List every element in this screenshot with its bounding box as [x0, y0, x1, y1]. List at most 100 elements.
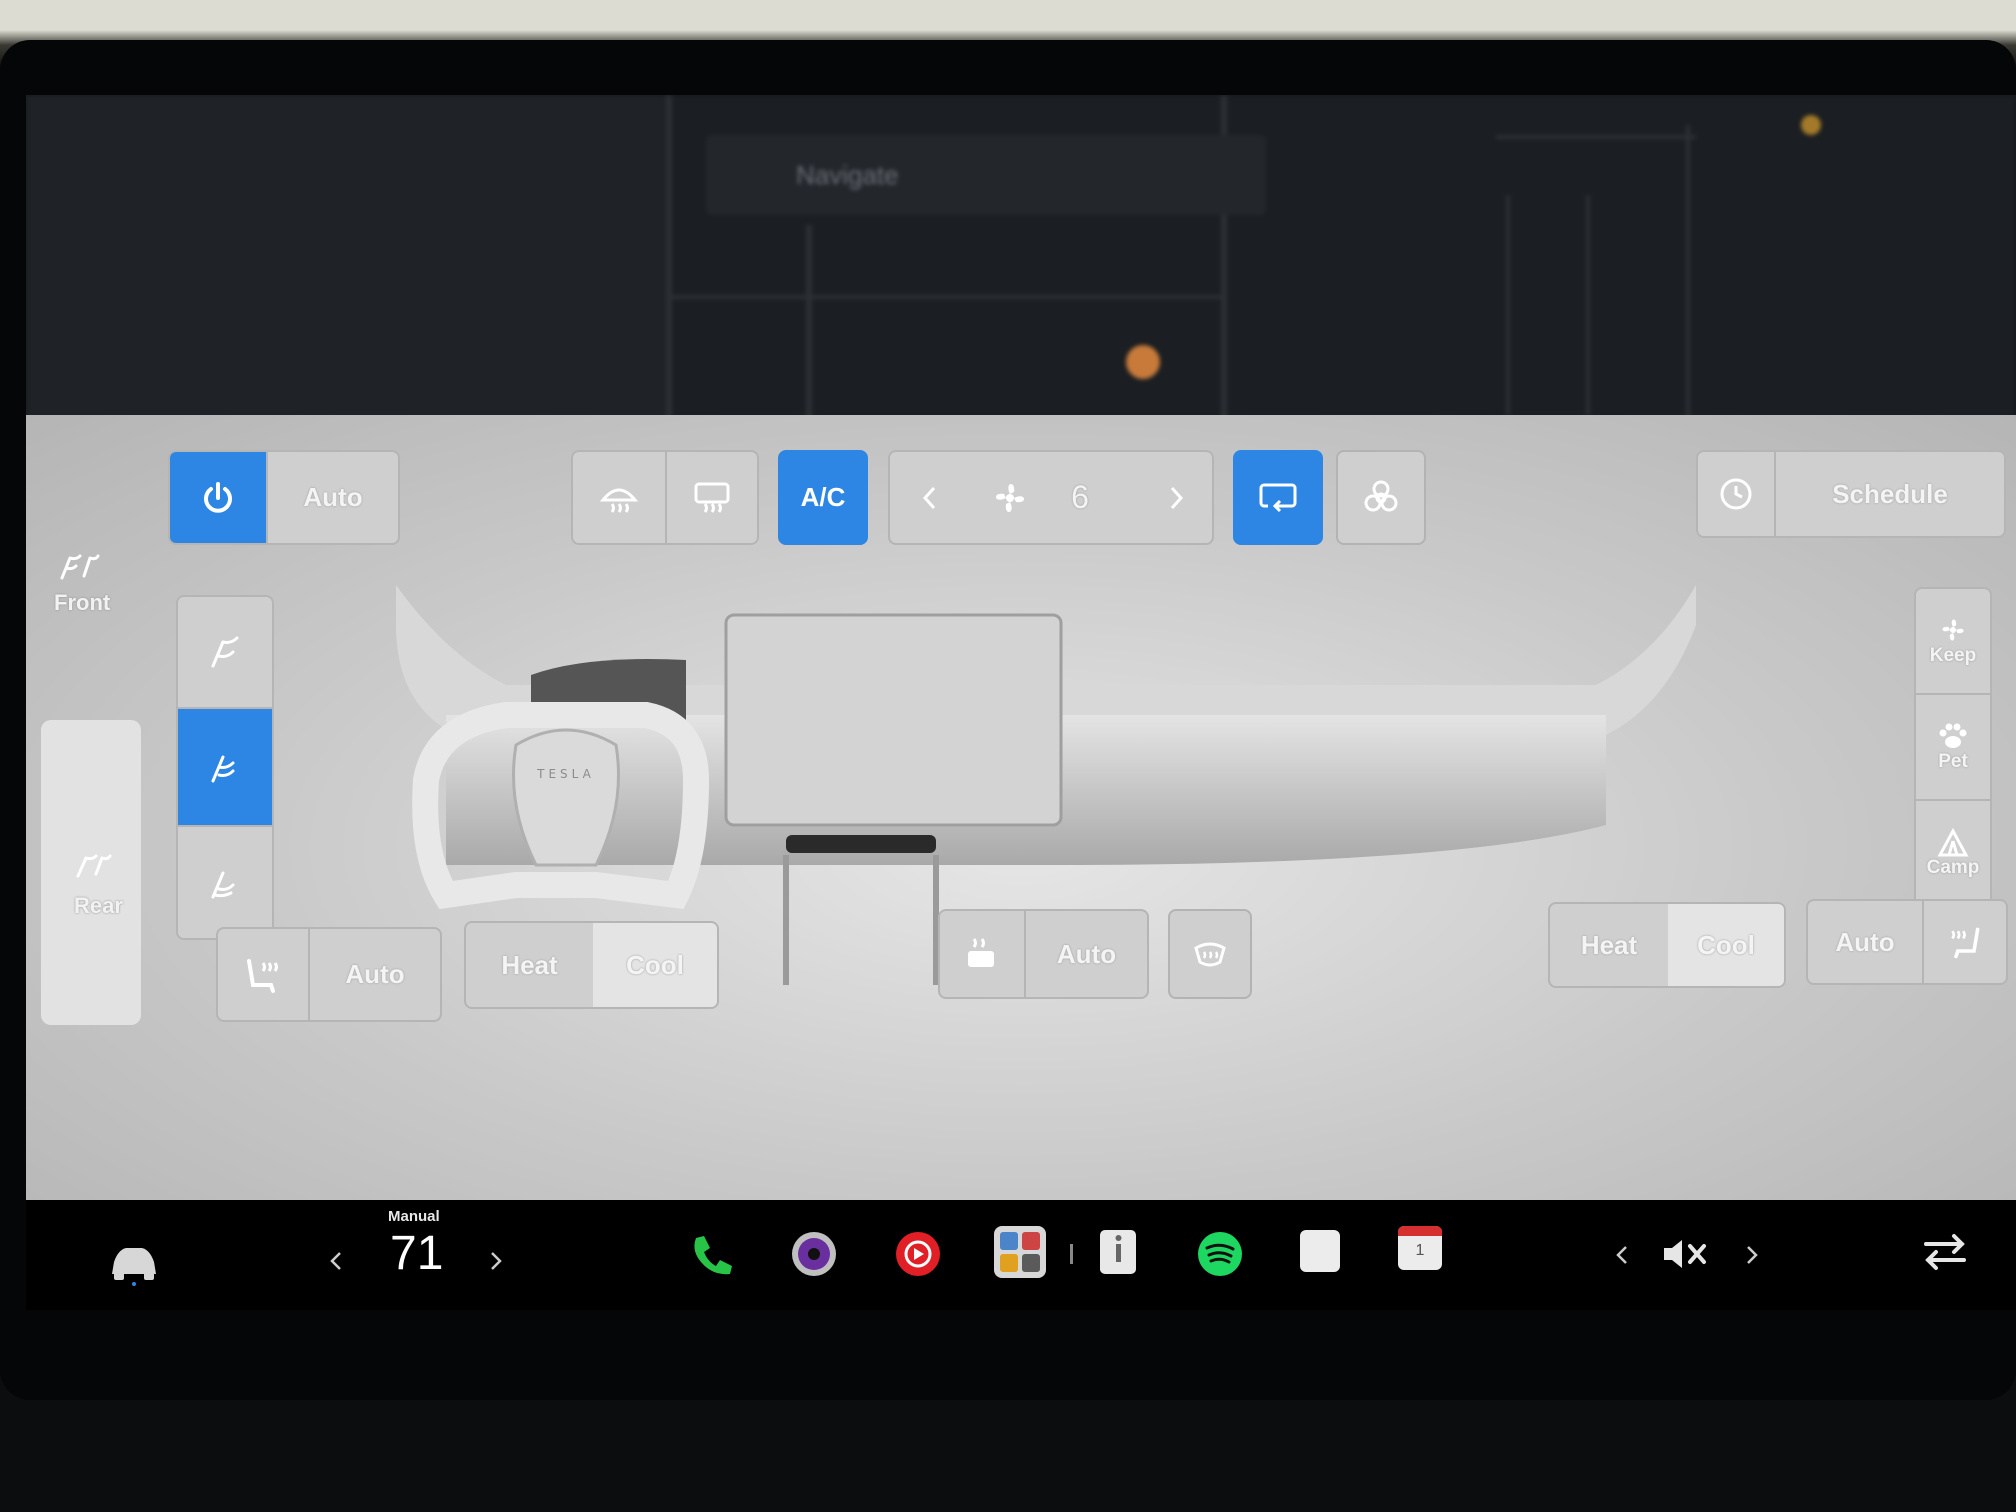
seat-heat-icon — [1951, 927, 1980, 959]
steering-brand: TESLA — [536, 767, 595, 781]
fan-icon-cell — [970, 452, 1050, 543]
camp-mode-button[interactable]: Camp — [1916, 801, 1990, 905]
schedule-clock-button[interactable] — [1698, 452, 1776, 536]
map-pin-icon[interactable] — [1126, 345, 1160, 379]
fan-decrease-button[interactable] — [890, 452, 970, 543]
calendar-header — [1398, 1226, 1442, 1236]
ac-button[interactable]: A/C — [778, 450, 868, 545]
right-seat-group: Auto — [1806, 899, 2008, 985]
weather-icon — [1801, 115, 1821, 135]
keep-mode-label: Keep — [1929, 645, 1977, 666]
chevron-left-icon — [922, 486, 936, 509]
right-heat-cool-group: Heat Cool — [1548, 902, 1786, 988]
climate-power-auto-group: Auto — [168, 450, 400, 545]
map-road — [1686, 125, 1690, 425]
tent-icon — [1937, 827, 1969, 857]
front-defrost-button[interactable] — [573, 452, 667, 543]
bioweapon-defense-button[interactable] — [1336, 450, 1426, 545]
right-heat-button[interactable]: Heat — [1550, 904, 1668, 986]
climate-auto-button[interactable]: Auto — [268, 452, 398, 543]
temp-decrease-icon[interactable] — [328, 1250, 344, 1272]
map-road — [666, 295, 1226, 299]
left-heat-button[interactable]: Heat — [466, 923, 593, 1007]
swap-arrows-icon[interactable] — [1920, 1230, 1970, 1274]
vent-lower-icon — [211, 871, 235, 898]
climate-panel: Auto A/C 6 Schedule Front Rear Keep Pet … — [26, 415, 2016, 1200]
tesla-screen: Navigate Auto A/C 6 Schedule Front Rear … — [26, 95, 2016, 1310]
vent-mode-lower-button[interactable] — [178, 825, 272, 938]
biohazard-icon — [1364, 480, 1398, 511]
map-road — [1506, 195, 1510, 415]
front-defrost-icon — [599, 488, 639, 513]
dock-divider — [1070, 1244, 1073, 1264]
steering-heat-button[interactable] — [1168, 909, 1252, 999]
pet-mode-button[interactable]: Pet — [1916, 695, 1990, 801]
app-launcher-icon[interactable] — [992, 1224, 1048, 1280]
fan-speed-control: 6 — [888, 450, 1214, 545]
fan-speed-value: 6 — [1071, 479, 1089, 515]
climate-power-button[interactable] — [170, 452, 268, 543]
center-console-heat-button[interactable] — [940, 911, 1026, 997]
center-console-group: Auto — [938, 909, 1149, 999]
fan-icon — [995, 483, 1025, 512]
cup-heat-icon — [968, 938, 994, 967]
vent-mode-upper-button[interactable] — [178, 597, 272, 709]
right-seat-heater-button[interactable] — [1924, 901, 2006, 983]
navigate-placeholder: Navigate — [796, 160, 899, 190]
camp-mode-label: Camp — [1926, 857, 1980, 878]
map-road — [1586, 195, 1590, 415]
spotify-icon[interactable] — [1194, 1228, 1246, 1280]
center-auto-button[interactable]: Auto — [1026, 911, 1147, 997]
seat-heat-icon — [247, 958, 278, 993]
left-heat-cool-group: Heat Cool — [464, 921, 719, 1009]
paw-icon — [1939, 723, 1967, 748]
rear-defrost-button[interactable] — [667, 452, 757, 543]
temp-increase-icon[interactable] — [488, 1250, 504, 1272]
bottom-dock: Manual 71 1 — [26, 1200, 2016, 1310]
map-road — [666, 95, 672, 425]
fan-increase-button[interactable] — [1136, 452, 1212, 543]
vent-middle-icon — [211, 755, 235, 783]
media-card — [26, 95, 666, 425]
calendar-icon[interactable]: 1 — [1398, 1226, 1442, 1270]
keep-mode-button[interactable]: Keep — [1916, 589, 1990, 695]
power-icon — [204, 481, 232, 513]
left-seat-auto-button[interactable]: Auto — [310, 929, 440, 1020]
steering-heat-icon — [1194, 942, 1226, 967]
volume-mute-icon[interactable] — [1660, 1234, 1712, 1274]
manual-icon[interactable] — [1094, 1226, 1142, 1278]
schedule-button[interactable]: Schedule — [1776, 452, 2004, 536]
recirculate-button[interactable] — [1233, 450, 1323, 545]
temperature-mode: Manual — [388, 1208, 440, 1225]
rear-airflow-icon — [76, 854, 112, 878]
volume-decrease-icon[interactable] — [1614, 1244, 1630, 1266]
volume-increase-icon[interactable] — [1744, 1244, 1760, 1266]
right-cool-button[interactable]: Cool — [1668, 904, 1784, 986]
map-road — [1496, 135, 1696, 139]
vent-mode-middle-button[interactable] — [178, 709, 272, 825]
chevron-right-icon — [1170, 486, 1184, 509]
car-icon[interactable] — [106, 1240, 162, 1286]
pet-mode-label: Pet — [1938, 751, 1968, 772]
right-seat-auto-button[interactable]: Auto — [1808, 901, 1924, 983]
youtube-music-icon[interactable] — [892, 1228, 944, 1280]
rear-defrost-icon — [694, 482, 730, 513]
temperature-value[interactable]: 71 — [390, 1226, 443, 1281]
vent-mode-group — [176, 595, 274, 940]
camera-app-icon[interactable] — [788, 1228, 840, 1280]
defrost-group — [571, 450, 759, 545]
clock-icon — [1720, 478, 1752, 510]
map-road — [806, 225, 812, 425]
left-cool-button[interactable]: Cool — [593, 923, 717, 1007]
map-view[interactable]: Navigate — [26, 95, 2016, 425]
climate-modes-group: Keep Pet Camp — [1914, 587, 1992, 907]
left-seat-heater-button[interactable] — [218, 929, 310, 1020]
map-search-bar[interactable]: Navigate — [706, 135, 1266, 215]
schedule-group: Schedule — [1696, 450, 2006, 538]
notes-icon[interactable] — [1296, 1226, 1344, 1276]
recirculate-icon — [1259, 483, 1297, 512]
phone-icon[interactable] — [686, 1230, 736, 1280]
front-airflow-icon — [60, 554, 100, 580]
fan-icon — [1942, 619, 1964, 641]
rear-label: Rear — [74, 893, 123, 918]
